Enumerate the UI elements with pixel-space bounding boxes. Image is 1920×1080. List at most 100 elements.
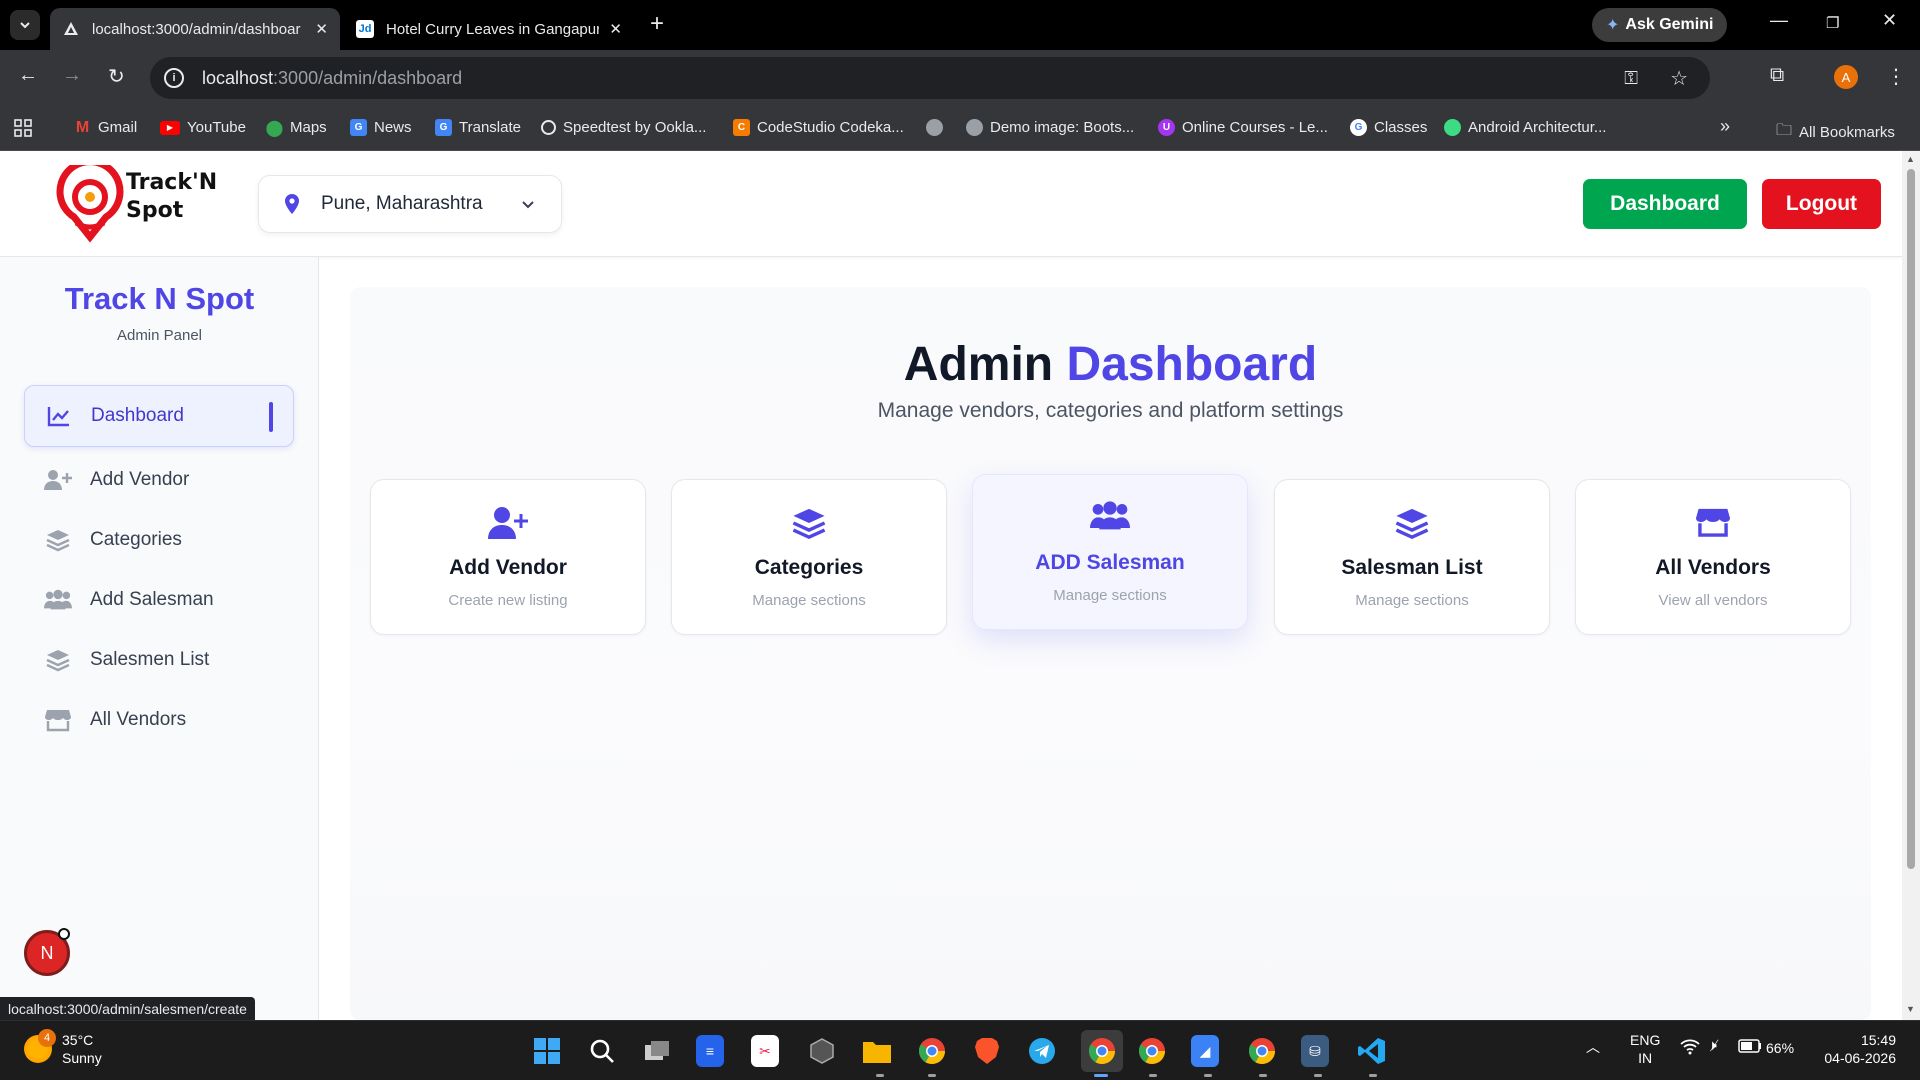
taskbar-running-indicator xyxy=(876,1074,884,1077)
bookmark-label: CodeStudio Codeka... xyxy=(757,119,904,136)
wifi-icon[interactable] xyxy=(1680,1039,1700,1058)
reload-icon[interactable]: ↻ xyxy=(108,64,125,89)
card-add-salesman[interactable]: ADD Salesman Manage sections xyxy=(972,474,1248,630)
site-info-icon[interactable]: i xyxy=(164,68,184,88)
file-explorer-icon[interactable] xyxy=(861,1035,893,1067)
logo-text: Track'N Spot xyxy=(126,169,217,225)
card-title: All Vendors xyxy=(1655,556,1771,579)
bookmark-star-icon[interactable]: ☆ xyxy=(1670,66,1688,91)
bookmark-demo-image[interactable]: Demo image: Boots... xyxy=(966,119,1134,136)
taskbar-running-indicator xyxy=(1149,1074,1157,1077)
scroll-down-icon[interactable]: ▼ xyxy=(1906,1004,1915,1014)
apps-grid-icon[interactable] xyxy=(14,119,32,137)
taskbar-active-indicator xyxy=(1094,1074,1108,1077)
bookmark-android[interactable]: Android Architectur... xyxy=(1444,119,1606,136)
gmail-icon: M xyxy=(75,118,90,136)
card-add-vendor[interactable]: Add Vendor Create new listing xyxy=(370,479,646,635)
windows-start-icon[interactable] xyxy=(531,1035,563,1067)
card-all-vendors[interactable]: All Vendors View all vendors xyxy=(1575,479,1851,635)
sidebar-item-dashboard[interactable]: Dashboard xyxy=(24,385,294,447)
search-icon[interactable] xyxy=(586,1035,618,1067)
clock[interactable]: 15:49 04-06-2026 xyxy=(1810,1031,1896,1067)
sidebar-item-add-vendor[interactable]: Add Vendor xyxy=(24,449,294,511)
tab-close-icon[interactable]: ✕ xyxy=(315,20,328,38)
telegram-icon[interactable] xyxy=(1026,1035,1058,1067)
bookmark-news[interactable]: G News xyxy=(350,119,412,136)
card-salesman-list[interactable]: Salesman List Manage sections xyxy=(1274,479,1550,635)
card-title: Salesman List xyxy=(1341,556,1483,579)
layers-icon xyxy=(1275,506,1549,540)
browser-tab-active[interactable]: localhost:3000/admin/dashboar ✕ xyxy=(50,8,340,50)
sidebar-item-categories[interactable]: Categories xyxy=(24,509,294,571)
bookmark-label: YouTube xyxy=(187,119,246,136)
chevron-up-icon[interactable]: ︿ xyxy=(1586,1037,1600,1057)
card-title: Add Vendor xyxy=(449,556,567,579)
tab-search-button[interactable] xyxy=(10,10,40,40)
weather-widget[interactable]: 4 35°C Sunny xyxy=(24,1029,102,1067)
scroll-up-icon[interactable]: ▲ xyxy=(1906,154,1915,164)
menu-kebab-icon[interactable]: ⋮ xyxy=(1886,64,1906,89)
github-icon[interactable] xyxy=(806,1035,838,1067)
notepad-icon[interactable]: ≡ xyxy=(696,1035,724,1067)
gemini-sparkle-icon: ✦ xyxy=(1606,17,1620,34)
tab-title: localhost:3000/admin/dashboar xyxy=(92,20,301,38)
sidebar-item-add-salesman[interactable]: Add Salesman xyxy=(24,569,294,631)
bookmark-speedtest[interactable]: Speedtest by Ookla... xyxy=(541,119,706,136)
lang-line2: IN xyxy=(1638,1050,1653,1066)
trackn-spot-logo[interactable]: Track'N Spot xyxy=(56,158,226,243)
profile-avatar[interactable]: A xyxy=(1834,65,1858,89)
bookmark-codestudio[interactable]: C CodeStudio Codeka... xyxy=(733,119,904,136)
sidebar-item-label: Categories xyxy=(90,529,182,550)
forward-arrow-icon[interactable]: → xyxy=(62,64,82,87)
more-bookmarks-icon[interactable]: » xyxy=(1720,116,1730,137)
location-dropdown[interactable]: Pune, Maharashtra xyxy=(258,175,562,233)
address-bar[interactable]: i localhost:3000/admin/dashboard ⚿ ☆ xyxy=(150,57,1710,99)
bookmark-classes[interactable]: G Classes xyxy=(1350,119,1427,136)
bookmark-translate[interactable]: G Translate xyxy=(435,119,521,136)
sidebar-item-all-vendors[interactable]: All Vendors xyxy=(24,689,294,751)
restore-icon[interactable]: ❐ xyxy=(1826,14,1839,32)
scrollbar-thumb[interactable] xyxy=(1907,169,1915,869)
sidebar-subtitle: Admin Panel xyxy=(116,327,203,344)
password-key-icon[interactable]: ⚿ xyxy=(1624,68,1638,89)
card-categories[interactable]: Categories Manage sections xyxy=(671,479,947,635)
taskbar-running-indicator xyxy=(1259,1074,1267,1077)
card-subtitle: Manage sections xyxy=(1355,592,1469,609)
extensions-puzzle-icon[interactable]: ⧉ xyxy=(1770,64,1784,87)
bookmark-label: All Bookmarks xyxy=(1799,124,1895,141)
window-close-icon[interactable]: ✕ xyxy=(1882,10,1897,31)
brave-icon[interactable] xyxy=(971,1035,1003,1067)
bookmark-maps[interactable]: ⬤ Maps xyxy=(266,119,327,137)
ask-gemini-button[interactable]: ✦ Ask Gemini xyxy=(1592,8,1728,42)
chrome-profile-icon[interactable] xyxy=(1246,1035,1278,1067)
chrome-icon[interactable] xyxy=(916,1035,948,1067)
speaker-muted-icon[interactable]: 🕨̸ xyxy=(1708,1037,1717,1054)
battery-icon[interactable] xyxy=(1738,1039,1762,1056)
bookmark-gmail[interactable]: M Gmail xyxy=(74,118,137,137)
back-arrow-icon[interactable]: ← xyxy=(18,64,38,87)
new-tab-button[interactable]: + xyxy=(650,12,664,36)
clock-date: 04-06-2026 xyxy=(1824,1050,1896,1066)
photos-icon[interactable]: ◢ xyxy=(1191,1035,1219,1067)
bookmark-online-courses[interactable]: U Online Courses - Le... xyxy=(1158,119,1328,136)
url-path: :3000/admin/dashboard xyxy=(273,67,463,88)
dashboard-button[interactable]: Dashboard xyxy=(1583,179,1747,229)
mysql-workbench-icon[interactable]: ⛁ xyxy=(1301,1035,1329,1067)
chrome-profile-j-icon[interactable] xyxy=(1136,1035,1168,1067)
logout-button[interactable]: Logout xyxy=(1762,179,1881,229)
task-view-icon[interactable] xyxy=(641,1035,673,1067)
browser-tab[interactable]: Jd Hotel Curry Leaves in Gangapur ✕ xyxy=(344,8,634,50)
snipping-tool-icon[interactable]: ✂ xyxy=(751,1035,779,1067)
minimize-icon[interactable]: — xyxy=(1770,10,1788,31)
chrome-profile-a-icon[interactable] xyxy=(1081,1030,1123,1072)
language-indicator[interactable]: ENG IN xyxy=(1630,1031,1660,1067)
taskbar-running-indicator xyxy=(1314,1074,1322,1077)
chevron-down-icon xyxy=(522,201,534,209)
bookmark-youtube[interactable]: ▶ YouTube xyxy=(160,119,246,136)
all-bookmarks[interactable]: 🗀 All Bookmarks xyxy=(1776,119,1895,146)
sidebar-item-salesmen-list[interactable]: Salesmen List xyxy=(24,629,294,691)
page-scrollbar[interactable]: ▲ ▼ xyxy=(1902,151,1920,1020)
tab-close-icon[interactable]: ✕ xyxy=(609,20,622,38)
vscode-icon[interactable] xyxy=(1356,1035,1388,1067)
bookmark-globe[interactable] xyxy=(926,119,943,136)
